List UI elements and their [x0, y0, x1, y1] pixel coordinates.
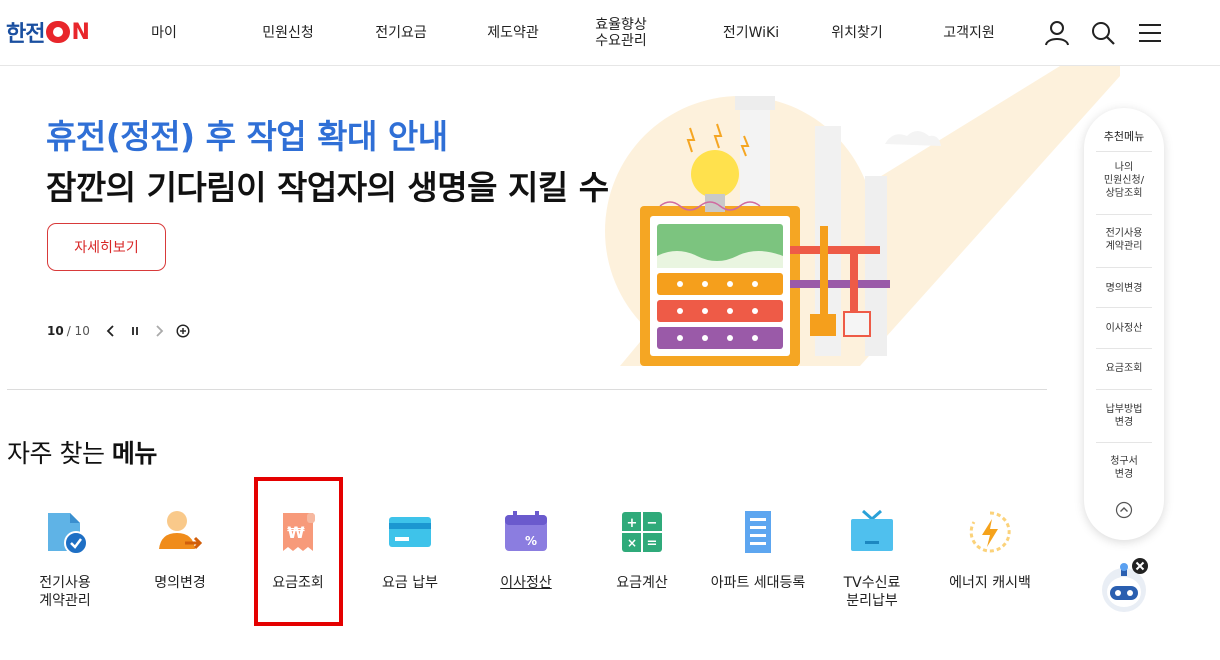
slide-total: / 10	[66, 324, 90, 338]
nav-location[interactable]: 위치찾기	[817, 0, 897, 66]
chatbot-icon[interactable]	[1098, 556, 1154, 616]
quick-menu-label: 전기사용 계약관리	[39, 575, 91, 609]
logo-on-mark: N	[46, 20, 90, 45]
svg-text:×: ×	[627, 536, 637, 550]
quick-menu-label: 요금 납부	[382, 575, 438, 591]
building-icon	[733, 507, 783, 557]
frequent-menu-title: 자주 찾는 메뉴	[7, 439, 157, 468]
quick-menu-label: TV수신료 분리납부	[843, 575, 901, 609]
plug-icon	[46, 21, 71, 43]
svg-text:%: %	[525, 534, 537, 548]
side-item-my-requests[interactable]: 나의 민원신청/ 상담조회	[1094, 161, 1154, 200]
menu-icon[interactable]	[1136, 19, 1164, 47]
svg-text:−: −	[647, 516, 658, 531]
side-item-payment-method[interactable]: 납부방법 변경	[1094, 403, 1154, 429]
nav-my[interactable]: 마이	[124, 0, 204, 66]
quick-menu-contract[interactable]: 전기사용 계약관리	[10, 500, 120, 610]
section-divider	[7, 389, 1047, 390]
quick-menu-energy-cashback[interactable]: 에너지 캐시백	[935, 500, 1045, 592]
quick-menu-apartment-registration[interactable]: 아파트 세대등록	[701, 500, 815, 592]
logo-text: 한전	[6, 22, 45, 47]
quick-menu-payment[interactable]: 요금 납부	[355, 500, 465, 592]
scroll-top-icon[interactable]	[1115, 501, 1133, 519]
quick-menu-label: 아파트 세대등록	[710, 575, 806, 591]
nav-wiki[interactable]: 전기WiKi	[711, 0, 791, 66]
view-all-plus-icon[interactable]	[176, 323, 190, 339]
recommended-menu-title: 추천메뉴	[1103, 130, 1145, 143]
quick-menu-label: 이사정산	[500, 575, 552, 591]
panel-divider	[1096, 267, 1152, 268]
side-item-moving-settlement[interactable]: 이사정산	[1094, 322, 1154, 335]
nav-civil-request[interactable]: 민원신청	[248, 0, 328, 66]
panel-divider	[1096, 389, 1152, 390]
quick-menu-name-change[interactable]: 명의변경	[125, 500, 235, 592]
pause-icon[interactable]	[128, 323, 142, 339]
svg-text:+: +	[627, 516, 638, 531]
energy-cashback-icon	[965, 507, 1015, 557]
side-item-name-change[interactable]: 명의변경	[1094, 282, 1154, 295]
nav-support[interactable]: 고객지원	[929, 0, 1009, 66]
site-header: 한전 N 마이 민원신청 전기요금 제도약관 효율향상 수요관리 전기WiKi …	[0, 0, 1220, 66]
side-item-bill-change[interactable]: 청구서 변경	[1094, 455, 1154, 481]
nav-efficiency[interactable]: 효율향상 수요관리	[581, 0, 661, 66]
slide-current: 10	[47, 324, 64, 338]
quick-menu-fee-calculation[interactable]: + − × = 요금계산	[587, 500, 697, 592]
prev-slide-icon[interactable]	[104, 323, 118, 339]
hero-title: 휴전(정전) 후 작업 확대 안내	[46, 117, 448, 156]
svg-text:=: =	[647, 536, 658, 551]
quick-menu-label: 요금계산	[616, 575, 668, 591]
recommended-menu-panel: 추천메뉴 나의 민원신청/ 상담조회 전기사용 계약관리 명의변경 이사정산 요…	[1084, 108, 1164, 540]
calculator-icon: + − × =	[617, 507, 667, 557]
card-icon	[385, 507, 435, 557]
quick-menu-label: 명의변경	[154, 575, 206, 591]
kepco-on-logo[interactable]: 한전 N	[6, 18, 90, 48]
panel-divider	[1096, 151, 1152, 152]
panel-divider	[1096, 348, 1152, 349]
hero-illustration	[560, 66, 1120, 376]
highlight-box	[254, 477, 343, 626]
person-change-icon	[155, 507, 205, 557]
document-check-icon	[40, 507, 90, 557]
panel-divider	[1096, 442, 1152, 443]
detail-button[interactable]: 자세히보기	[47, 223, 166, 271]
quick-menu-tv-fee[interactable]: TV수신료 분리납부	[817, 500, 927, 610]
panel-divider	[1096, 307, 1152, 308]
quick-menu-label: 에너지 캐시백	[949, 575, 1031, 591]
next-slide-icon[interactable]	[152, 323, 166, 339]
side-item-contract[interactable]: 전기사용 계약관리	[1094, 227, 1154, 253]
slide-controls: 10 / 10	[47, 321, 190, 341]
search-icon[interactable]	[1089, 19, 1117, 47]
calendar-percent-icon: %	[501, 507, 551, 557]
quick-menu-moving-settlement[interactable]: % 이사정산	[471, 500, 581, 592]
nav-terms[interactable]: 제도약관	[473, 0, 553, 66]
panel-divider	[1096, 214, 1152, 215]
tv-icon	[847, 507, 897, 557]
user-icon[interactable]	[1043, 19, 1071, 47]
nav-electric-fee[interactable]: 전기요금	[361, 0, 441, 66]
side-item-bill-inquiry[interactable]: 요금조회	[1094, 362, 1154, 375]
